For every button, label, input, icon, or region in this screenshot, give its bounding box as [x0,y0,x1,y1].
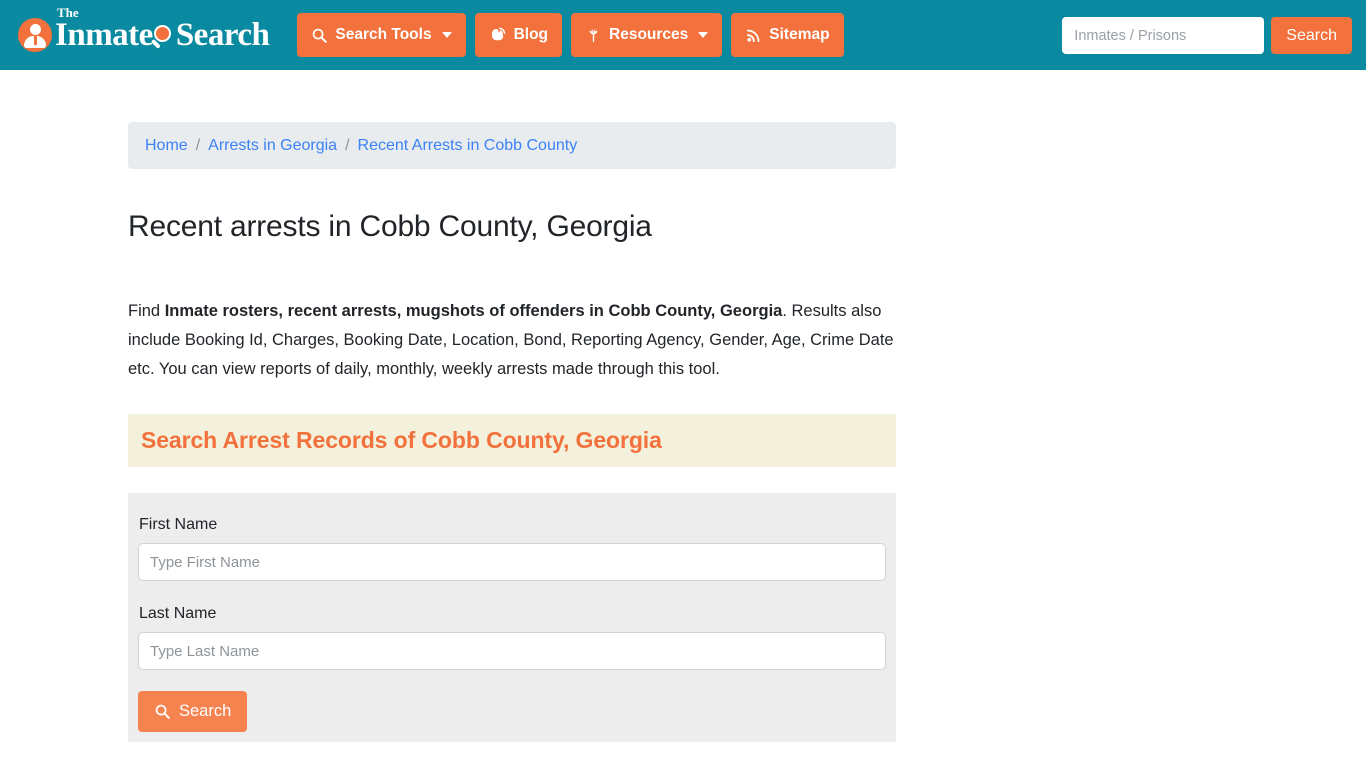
breadcrumb-separator: / [195,136,201,154]
header-search-button[interactable]: Search [1271,17,1352,54]
site-header: The Inmate Search Search Tools Blog Reso… [0,0,1366,70]
nav-sitemap-button[interactable]: Sitemap [731,13,844,57]
chevron-down-icon [698,32,709,38]
arrest-search-form: First Name Last Name Search [128,493,896,742]
breadcrumb: Home / Arrests in Georgia / Recent Arres… [128,122,896,169]
intro-bold: Inmate rosters, recent arrests, mugshots… [164,302,783,320]
person-badge-icon [18,18,52,52]
logo-wordmark: The Inmate Search [53,6,270,53]
breadcrumb-item-home[interactable]: Home [145,137,188,155]
breadcrumb-item-arrests-in-georgia[interactable]: Arrests in Georgia [208,137,337,155]
blogger-icon [489,26,507,44]
primary-nav: Search Tools Blog Resources Sitemap [297,13,844,57]
nav-blog-label: Blog [513,26,549,43]
intro-lead: Find [128,302,165,320]
nav-search-tools-label: Search Tools [335,26,432,43]
first-name-input[interactable] [138,543,886,581]
content-container: Home / Arrests in Georgia / Recent Arres… [128,122,896,742]
page-title: Recent arrests in Cobb County, Georgia [128,210,652,243]
first-name-group: First Name [138,516,886,581]
last-name-label: Last Name [139,605,217,622]
logo-the-text: The [57,4,79,20]
last-name-group: Last Name [138,605,886,670]
last-name-input[interactable] [138,632,886,670]
nav-resources-label: Resources [609,26,689,43]
magnifier-icon [154,703,171,720]
header-search: Search [1062,17,1352,54]
chevron-down-icon [441,32,452,38]
nav-search-tools-button[interactable]: Search Tools [297,13,466,57]
header-search-input[interactable] [1062,17,1265,54]
intro-paragraph: Find Inmate rosters, recent arrests, mug… [128,297,898,384]
logo-search-text: Search [175,16,270,53]
page-body: Home / Arrests in Georgia / Recent Arres… [0,70,1366,742]
form-search-label: Search [179,702,232,720]
nav-blog-button[interactable]: Blog [474,13,563,57]
section-heading: Search Arrest Records of Cobb County, Ge… [128,414,896,467]
rss-icon [745,27,762,44]
magnifier-icon [311,27,328,44]
nav-sitemap-label: Sitemap [769,26,830,43]
breadcrumb-item-recent-arrests[interactable]: Recent Arrests in Cobb County [358,137,578,155]
form-search-button[interactable]: Search [138,691,248,732]
first-name-label: First Name [139,516,218,533]
breadcrumb-separator: / [345,136,350,154]
nav-resources-button[interactable]: Resources [571,13,723,57]
logo-inmate-text: Inmate [55,16,153,53]
leaf-icon [585,26,602,44]
magnifier-icon [151,25,177,51]
site-logo[interactable]: The Inmate Search [18,6,270,57]
